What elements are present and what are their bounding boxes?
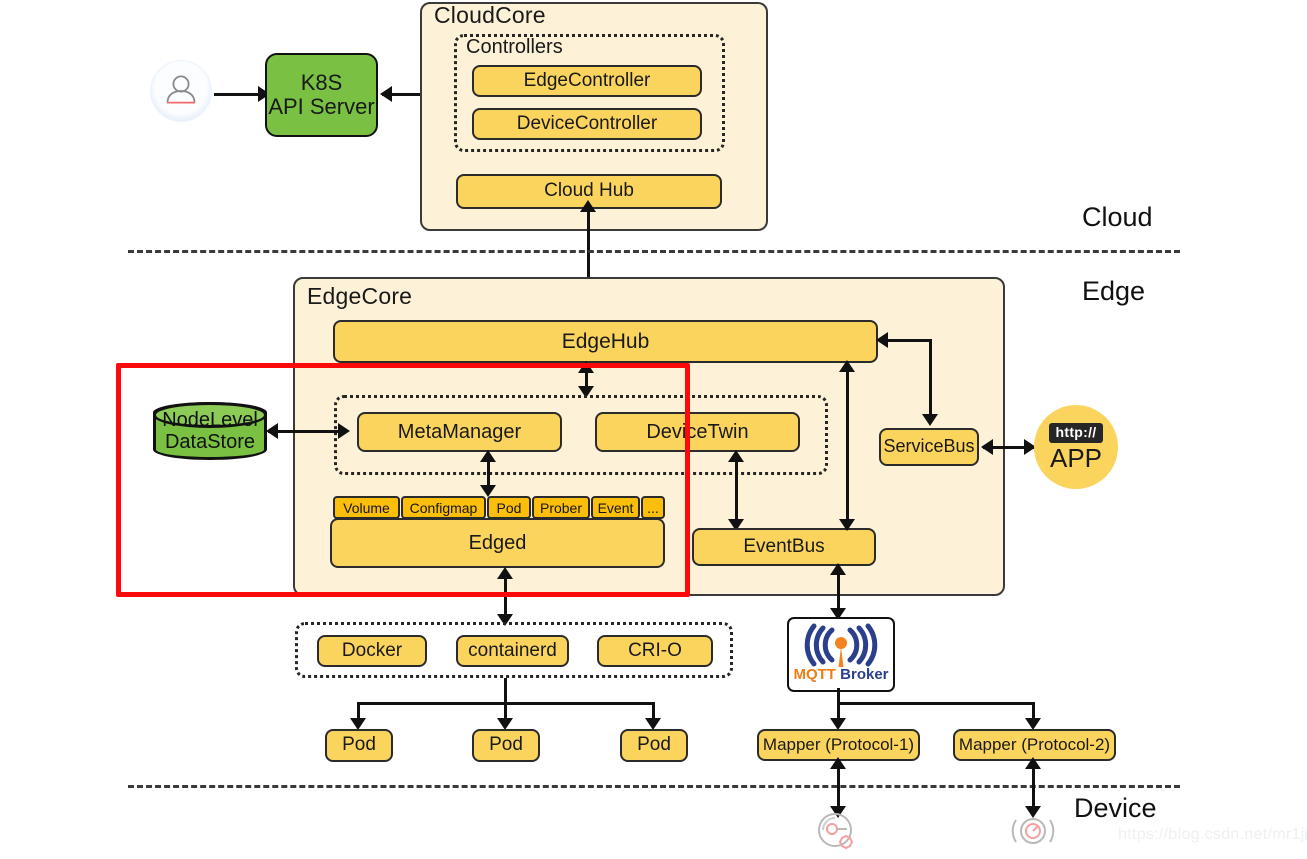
k8s-api-server-line2: API Server	[268, 94, 375, 119]
k8s-api-server-node[interactable]: K8S API Server	[265, 53, 378, 137]
device-icon-1	[810, 812, 866, 859]
edgecore-title: EdgeCore	[307, 283, 413, 309]
event-bus-label: EventBus	[743, 535, 825, 557]
connector-mqtt-to-mappers-stem	[837, 688, 840, 703]
app-label: APP	[1049, 442, 1103, 473]
arrowhead-devicetwin-up	[728, 450, 744, 462]
connector-devicetwin-to-eventbus	[735, 455, 738, 527]
connector-user-to-apiserver	[214, 93, 260, 96]
connector-edgehub-to-servicebus-h	[884, 339, 932, 342]
pod-node-3[interactable]: Pod	[620, 729, 688, 762]
device-gear-icon	[818, 813, 854, 850]
cloud-hub-label: Cloud Hub	[544, 180, 634, 202]
cloud-edge-divider	[128, 250, 1180, 253]
arrowhead-to-servicebus-left	[981, 439, 993, 455]
cri-o-label: CRI-O	[628, 639, 682, 661]
pod-label-3: Pod	[637, 734, 671, 756]
connector-eventbus-to-edgehub	[846, 365, 849, 527]
containerd-label: containerd	[468, 639, 557, 661]
arrowhead-to-edgehub-right	[876, 332, 888, 348]
docker-label: Docker	[341, 639, 403, 661]
mapper-label-2: Mapper (Protocol-2)	[958, 734, 1111, 754]
zone-label-device: Device	[1074, 793, 1157, 823]
zone-label-cloud: Cloud	[1082, 202, 1153, 232]
app-node[interactable]: http:// APP	[1034, 405, 1118, 489]
edge-controller-node[interactable]: EdgeController	[472, 65, 702, 97]
edge-device-divider	[128, 785, 1180, 788]
pod-label-2: Pod	[489, 734, 523, 756]
mqtt-wifi-icon	[804, 623, 878, 667]
mqtt-broker-label: MQTT Broker	[793, 667, 888, 682]
arrowhead-mqtt-up	[830, 563, 846, 575]
connector-edgehub-to-servicebus-v	[929, 339, 932, 417]
containerd-node[interactable]: containerd	[456, 635, 569, 667]
arrowhead-to-cloudhub	[580, 200, 596, 212]
http-badge: http://	[1048, 423, 1104, 443]
device-controller-label: DeviceController	[516, 112, 658, 134]
cri-o-node[interactable]: CRI-O	[597, 635, 713, 667]
arrowhead-to-servicebus	[922, 414, 938, 426]
arrowhead-eventbus-edgehub-down	[839, 519, 855, 531]
avatar	[150, 60, 212, 122]
connector-runtimes-to-pods-stem	[504, 678, 507, 703]
zone-label-edge: Edge	[1082, 276, 1146, 306]
controllers-title: Controllers	[466, 36, 563, 58]
highlight-rectangle	[116, 363, 690, 597]
mqtt-broker-label-part1: MQTT	[793, 666, 836, 683]
service-bus-node[interactable]: ServiceBus	[879, 428, 979, 466]
event-bus-node[interactable]: EventBus	[692, 528, 876, 566]
docker-node[interactable]: Docker	[317, 635, 427, 667]
watermark: https://blog.csdn.net/mr1jie	[1118, 826, 1307, 843]
device-controller-node[interactable]: DeviceController	[472, 108, 702, 140]
edge-hub-label: EdgeHub	[561, 329, 650, 353]
arrowhead-mapper1-up	[830, 757, 846, 769]
user-avatar-icon	[166, 75, 196, 104]
arrowhead-to-apiserver	[380, 86, 392, 102]
arrowhead-mapper2-up	[1025, 757, 1041, 769]
edge-hub-node[interactable]: EdgeHub	[333, 320, 878, 363]
mqtt-broker-node[interactable]: MQTT Broker	[787, 617, 895, 692]
service-bus-label: ServiceBus	[883, 436, 975, 457]
arrowhead-eventbus-edgehub-up	[839, 360, 855, 372]
connector-mappers-bus	[837, 702, 1034, 705]
mapper-label-1: Mapper (Protocol-1)	[762, 734, 915, 754]
pod-node-2[interactable]: Pod	[472, 729, 540, 762]
pod-label-1: Pod	[342, 734, 376, 756]
device-sensor-icon	[1011, 818, 1055, 844]
pod-node-1[interactable]: Pod	[325, 729, 393, 762]
cloudcore-title: CloudCore	[434, 2, 546, 28]
edge-controller-label: EdgeController	[523, 69, 651, 91]
device-icon-2	[1008, 812, 1058, 859]
mqtt-broker-label-part2: Broker	[840, 666, 889, 683]
k8s-api-server-line1: K8S	[300, 69, 343, 95]
